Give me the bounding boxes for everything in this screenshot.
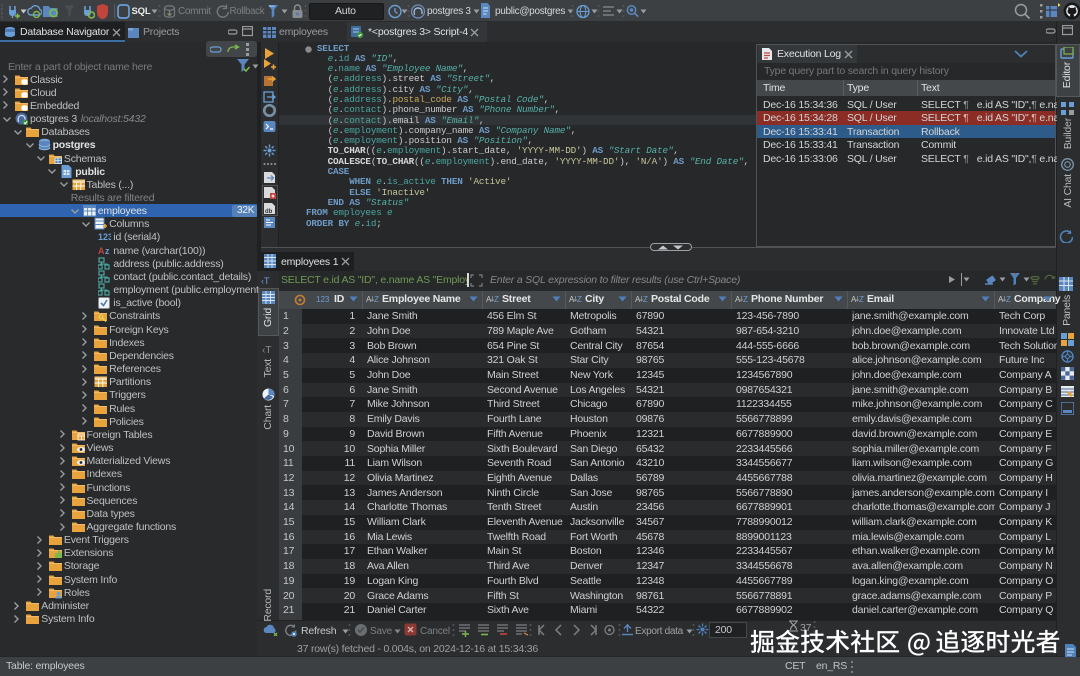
svg-text:Z: Z — [1006, 295, 1011, 304]
svg-text:‹T: ‹T — [262, 345, 271, 356]
svg-text:123: 123 — [98, 232, 111, 242]
svg-text:Z: Z — [743, 295, 748, 304]
svg-text:123: 123 — [316, 295, 330, 304]
svg-text:Z: Z — [859, 295, 864, 304]
svg-text:Z: Z — [643, 295, 648, 304]
svg-text:Z: Z — [374, 295, 379, 304]
svg-text:‹T: ‹T — [261, 276, 270, 286]
svg-text:z: z — [105, 246, 110, 256]
svg-text:Z: Z — [494, 295, 499, 304]
svg-text:Z: Z — [577, 295, 582, 304]
svg-text:A: A — [98, 246, 105, 256]
